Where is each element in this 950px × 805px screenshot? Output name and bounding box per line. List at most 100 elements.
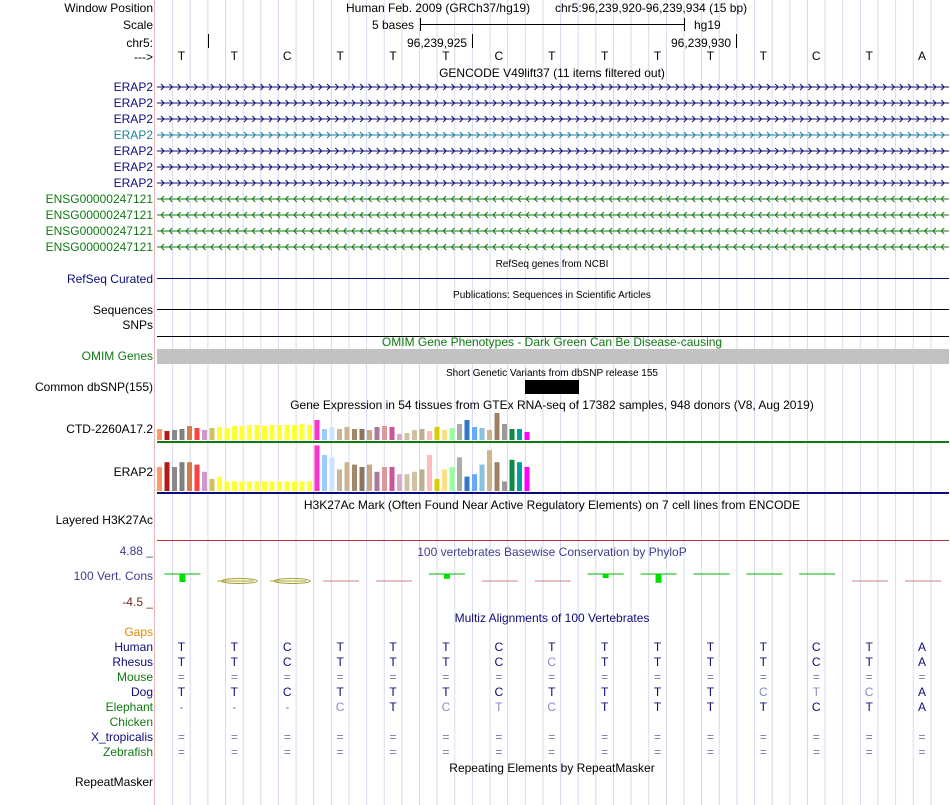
multiz-base: = [177, 730, 185, 744]
multiz-base: = [706, 745, 714, 759]
multiz-base: = [865, 670, 873, 684]
multiz-base: = [548, 730, 556, 744]
multiz-base: = [812, 670, 820, 684]
multiz-base: - [232, 700, 237, 714]
multiz-base: T [389, 640, 397, 654]
multiz-base: = [865, 745, 873, 759]
multiz-base: T [336, 685, 344, 699]
multiz-species-label[interactable]: Mouse [117, 670, 153, 684]
conservation-plot[interactable] [0, 0, 950, 620]
repeatmasker-title[interactable]: Repeating Elements by RepeatMasker [449, 761, 654, 775]
multiz-base: = [283, 745, 291, 759]
multiz-base: = [706, 730, 714, 744]
multiz-base: T [548, 685, 556, 699]
multiz-base: = [442, 670, 450, 684]
multiz-base: = [706, 670, 714, 684]
multiz-gaps-label[interactable]: Gaps [124, 625, 153, 639]
multiz-species-label[interactable]: X_tropicalis [91, 730, 153, 744]
multiz-base: T [759, 700, 768, 714]
multiz-base: T [336, 640, 344, 654]
multiz-base: = [336, 730, 344, 744]
multiz-base: C [759, 685, 768, 699]
multiz-base: = [389, 730, 397, 744]
multiz-base: = [548, 745, 556, 759]
multiz-base: = [336, 745, 344, 759]
multiz-base: = [759, 730, 767, 744]
multiz-base: = [759, 670, 767, 684]
multiz-base: = [283, 670, 291, 684]
multiz-base: T [600, 685, 609, 699]
multiz-base: T [230, 640, 239, 654]
multiz-base: C [811, 700, 821, 714]
multiz-species-label[interactable]: Chicken [110, 715, 153, 729]
multiz-base: - [179, 700, 184, 714]
multiz-base: C [811, 655, 821, 669]
multiz-base: T [865, 700, 873, 714]
multiz-base: T [706, 640, 715, 654]
multiz-base: C [282, 655, 292, 669]
multiz-base: C [335, 700, 345, 714]
multiz-base: - [285, 700, 290, 714]
multiz-base: = [548, 670, 556, 684]
multiz-base: = [654, 730, 662, 744]
multiz-base: = [918, 745, 926, 759]
multiz-base: = [495, 670, 503, 684]
multiz-base: = [177, 670, 185, 684]
multiz-base: C [282, 640, 292, 654]
phylop-bar [602, 574, 609, 578]
multiz-base: = [918, 730, 926, 744]
multiz-base: T [706, 700, 715, 714]
multiz-base: T [812, 685, 820, 699]
multiz-base: T [442, 685, 450, 699]
multiz-base: T [389, 700, 397, 714]
multiz-base: = [918, 670, 926, 684]
multiz-base: = [336, 670, 344, 684]
multiz-base: T [548, 640, 556, 654]
multiz-base: T [706, 685, 715, 699]
multiz-base: C [811, 640, 821, 654]
multiz-base: C [547, 700, 557, 714]
multiz-base: T [600, 640, 609, 654]
multiz-base: A [918, 655, 927, 669]
multiz-base: T [177, 655, 186, 669]
multiz-base: T [336, 655, 344, 669]
repeatmasker-label[interactable]: RepeatMasker [75, 775, 153, 789]
multiz-base: = [389, 670, 397, 684]
multiz-title[interactable]: Multiz Alignments of 100 Vertebrates [455, 611, 650, 625]
phylop-bar [179, 574, 186, 582]
multiz-base: = [230, 670, 238, 684]
multiz-base: T [653, 655, 662, 669]
multiz-base: = [283, 730, 291, 744]
multiz-base: = [442, 730, 450, 744]
multiz-base: = [654, 745, 662, 759]
multiz-base: = [230, 745, 238, 759]
multiz-base: T [442, 655, 450, 669]
multiz-species-label[interactable]: Human [114, 640, 153, 654]
multiz-base: T [865, 655, 873, 669]
multiz-species-label[interactable]: Elephant [106, 700, 153, 714]
multiz-base: = [812, 730, 820, 744]
multiz-base: = [812, 745, 820, 759]
multiz-base: T [230, 685, 239, 699]
multiz-base: T [706, 655, 715, 669]
multiz-species-label[interactable]: Rhesus [112, 655, 153, 669]
multiz-base: T [653, 640, 662, 654]
multiz-base: T [600, 700, 609, 714]
multiz-base: C [282, 685, 292, 699]
multiz-base: C [547, 655, 557, 669]
multiz-base: = [495, 730, 503, 744]
multiz-base: = [601, 730, 609, 744]
multiz-base: C [864, 685, 874, 699]
multiz-species-label[interactable]: Zebrafish [103, 745, 153, 759]
phylop-bar [443, 574, 450, 579]
multiz-base: A [918, 640, 927, 654]
multiz-base: T [600, 655, 609, 669]
multiz-base: T [389, 655, 397, 669]
multiz-base: = [759, 745, 767, 759]
multiz-base: T [442, 640, 450, 654]
multiz-base: C [494, 640, 504, 654]
multiz-base: T [865, 640, 873, 654]
multiz-base: A [918, 700, 927, 714]
multiz-species-label[interactable]: Dog [131, 685, 153, 699]
multiz-base: A [918, 685, 927, 699]
